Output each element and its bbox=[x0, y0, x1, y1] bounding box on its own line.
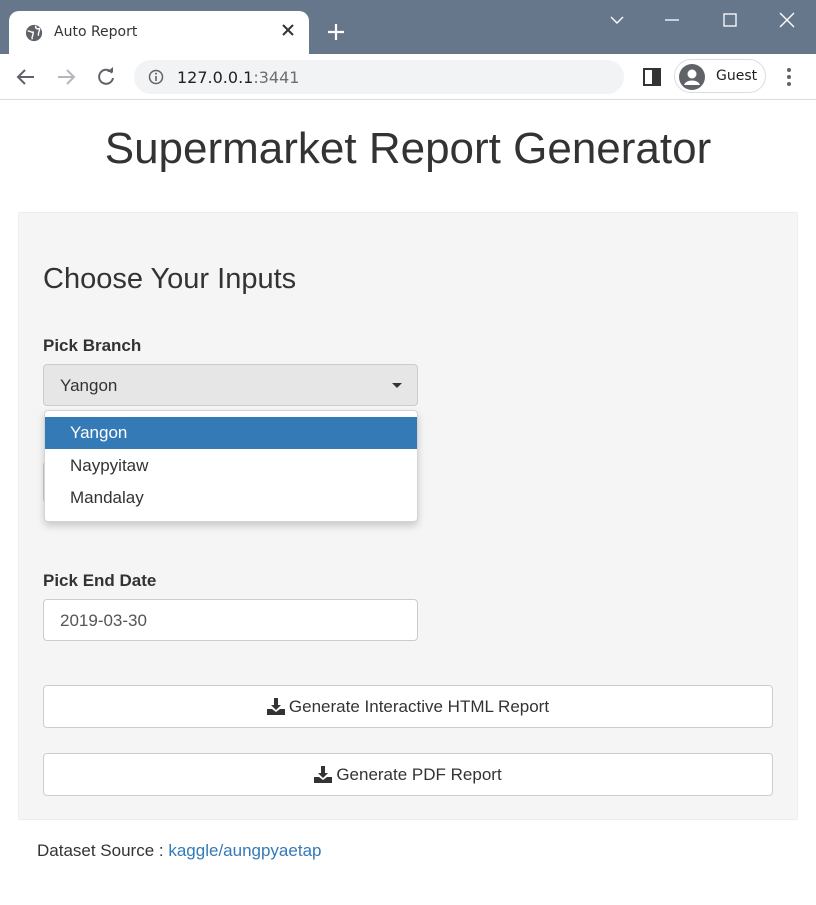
page-title: Supermarket Report Generator bbox=[104, 124, 712, 173]
branch-option-mandalay[interactable]: Mandalay bbox=[45, 482, 417, 514]
generate-pdf-report-label: Generate PDF Report bbox=[336, 765, 502, 784]
minimize-icon[interactable] bbox=[661, 10, 683, 30]
url-host: 127.0.0.1 bbox=[177, 68, 254, 87]
kebab-menu-icon[interactable] bbox=[780, 66, 798, 88]
branch-option-yangon[interactable]: Yangon bbox=[45, 417, 417, 449]
globe-icon bbox=[25, 24, 43, 42]
download-icon bbox=[314, 766, 333, 783]
forward-arrow-icon[interactable] bbox=[55, 66, 77, 88]
dataset-source-link[interactable]: kaggle/aungpyaetap bbox=[168, 841, 321, 860]
caret-down-icon bbox=[392, 383, 402, 388]
browser-tab[interactable]: Auto Report bbox=[9, 11, 309, 54]
window-close-icon[interactable] bbox=[776, 10, 798, 30]
dataset-source-prefix: Dataset Source : bbox=[37, 841, 169, 860]
branch-selected-value: Yangon bbox=[60, 376, 118, 395]
url-port: :3441 bbox=[253, 68, 300, 87]
branch-label: Pick Branch bbox=[43, 336, 142, 355]
branch-option-naypyitaw[interactable]: Naypyitaw bbox=[45, 450, 417, 482]
branch-select[interactable]: Yangon bbox=[43, 364, 418, 406]
maximize-icon[interactable] bbox=[719, 10, 741, 30]
reload-icon[interactable] bbox=[95, 66, 117, 88]
generate-pdf-report-button[interactable]: Generate PDF Report bbox=[43, 753, 773, 796]
inputs-panel: Choose Your Inputs Pick Branch Yangon Ya… bbox=[18, 212, 798, 820]
tab-title: Auto Report bbox=[54, 24, 138, 40]
download-icon bbox=[266, 698, 285, 715]
dataset-source: Dataset Source : kaggle/aungpyaetap bbox=[37, 841, 321, 861]
avatar-icon bbox=[679, 64, 705, 90]
browser-tab-bar: Auto Report bbox=[0, 0, 816, 54]
address-bar[interactable]: 127.0.0.1:3441 bbox=[134, 60, 624, 94]
generate-html-report-button[interactable]: Generate Interactive HTML Report bbox=[43, 685, 773, 728]
generate-html-report-label: Generate Interactive HTML Report bbox=[288, 697, 550, 716]
end-date-label: Pick End Date bbox=[43, 571, 157, 590]
profile-label: Guest bbox=[716, 68, 758, 84]
end-date-input[interactable]: 2019-03-30 bbox=[43, 599, 418, 641]
profile-button[interactable]: Guest bbox=[674, 59, 766, 93]
back-arrow-icon[interactable] bbox=[15, 66, 37, 88]
side-panel-icon[interactable] bbox=[642, 67, 662, 87]
close-icon[interactable] bbox=[279, 21, 297, 39]
chevron-down-icon[interactable] bbox=[606, 10, 628, 30]
branch-dropdown: Yangon Naypyitaw Mandalay bbox=[44, 410, 418, 522]
browser-toolbar: 127.0.0.1:3441 Guest bbox=[0, 54, 816, 100]
info-icon[interactable] bbox=[148, 69, 164, 85]
end-date-value: 2019-03-30 bbox=[60, 611, 147, 630]
plus-icon[interactable] bbox=[326, 22, 346, 42]
url-text: 127.0.0.1:3441 bbox=[177, 68, 299, 87]
panel-heading: Choose Your Inputs bbox=[43, 263, 297, 295]
